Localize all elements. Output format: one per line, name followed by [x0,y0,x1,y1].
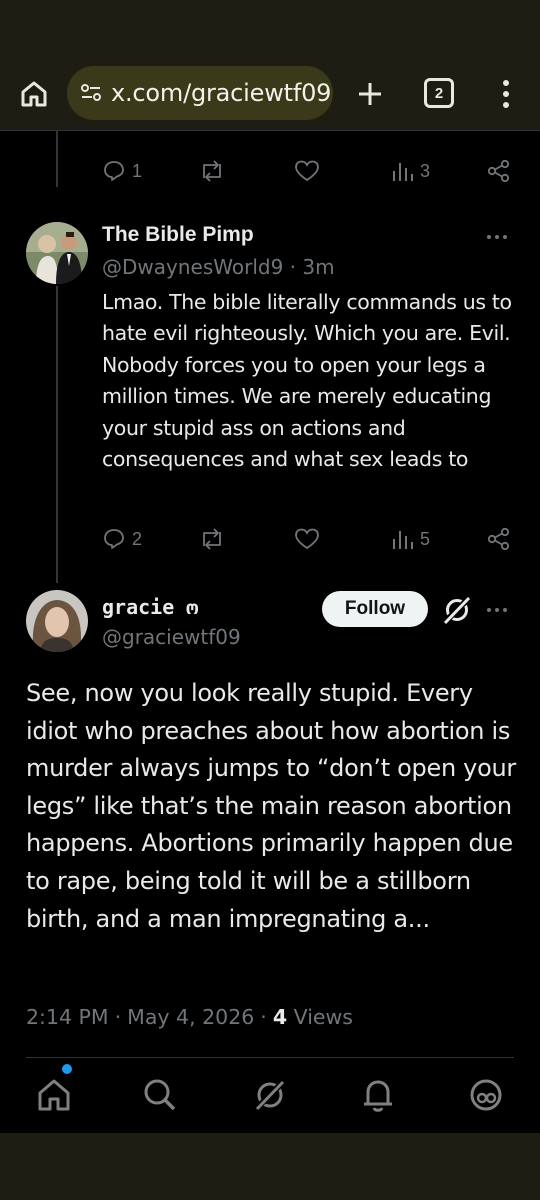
repost-icon [203,160,221,182]
browser-toolbar: x.com/graciewtf09 2 [0,58,540,130]
views-label: Views [293,1005,353,1029]
tweet-text: Lmao. The bible literally commands us to… [102,290,512,472]
heart-icon [295,160,319,182]
heart-icon [295,528,319,550]
thread-line [56,286,58,583]
reply-tweet-actions: 2 5 [102,524,516,554]
reply-icon [104,529,124,549]
like-button[interactable] [294,156,320,186]
tweet-meta: 2:14 PM · May 4, 2026 · 4 Views [26,1005,353,1029]
timeline: 1 3 The Bible Pimp @DwaynesWorld9 · 3m L… [0,130,540,1133]
tweet-time: 2:14 PM [26,1005,109,1029]
like-button[interactable] [294,524,320,554]
prev-tweet-actions: 1 3 [102,156,516,186]
search-icon[interactable] [136,1071,184,1119]
avatar[interactable] [26,590,88,652]
views-button[interactable]: 5 [392,524,430,554]
reply-button[interactable]: 2 [102,524,142,554]
reply-count: 1 [132,160,143,181]
avatar[interactable] [26,222,88,284]
home-icon[interactable] [30,1071,78,1119]
menu-icon[interactable] [494,74,518,114]
views-count: 3 [420,160,431,181]
tabs-button[interactable]: 2 [424,78,454,108]
system-nav-area [0,1133,540,1200]
follow-button[interactable]: Follow [322,591,428,627]
more-options-icon[interactable] [487,232,511,242]
author-name[interactable]: gracie ო [102,595,198,619]
repost-button[interactable] [198,156,226,186]
tweet-date: May 4, 2026 [127,1005,255,1029]
views-count: 5 [420,528,431,549]
views-button[interactable]: 3 [392,156,430,186]
repost-button[interactable] [198,524,226,554]
grok-nav-icon[interactable] [246,1071,294,1119]
author-handle[interactable]: @graciewtf09 [102,625,241,649]
thread-line [56,131,58,187]
share-icon [487,159,510,183]
home-icon[interactable] [16,76,52,112]
notification-dot [62,1064,72,1074]
share-button[interactable] [486,524,512,554]
reply-button[interactable]: 1 [102,156,142,186]
site-settings-icon[interactable] [79,81,103,105]
reply-icon [104,161,124,181]
author-handle[interactable]: @DwaynesWorld9 · 3m [102,255,335,279]
more-options-icon[interactable] [487,605,511,615]
plus-icon [359,83,381,105]
divider [26,1057,514,1058]
views-icon [393,531,413,549]
author-name[interactable]: The Bible Pimp [102,223,254,247]
tweet-text: See, now you look really stupid. Every i… [26,679,516,933]
communities-icon[interactable] [462,1071,510,1119]
status-bar [0,0,540,58]
reply-count: 2 [132,528,143,549]
new-tab-button[interactable] [352,74,388,114]
share-button[interactable] [486,156,512,186]
grok-icon[interactable] [440,593,474,627]
notifications-icon[interactable] [354,1071,402,1119]
views-icon [393,163,413,181]
views-count: 4 [272,1005,288,1029]
url-bar[interactable]: x.com/graciewtf09 [67,66,333,120]
repost-icon [203,528,221,550]
url-text: x.com/graciewtf09 [111,79,332,107]
share-icon [487,527,510,551]
